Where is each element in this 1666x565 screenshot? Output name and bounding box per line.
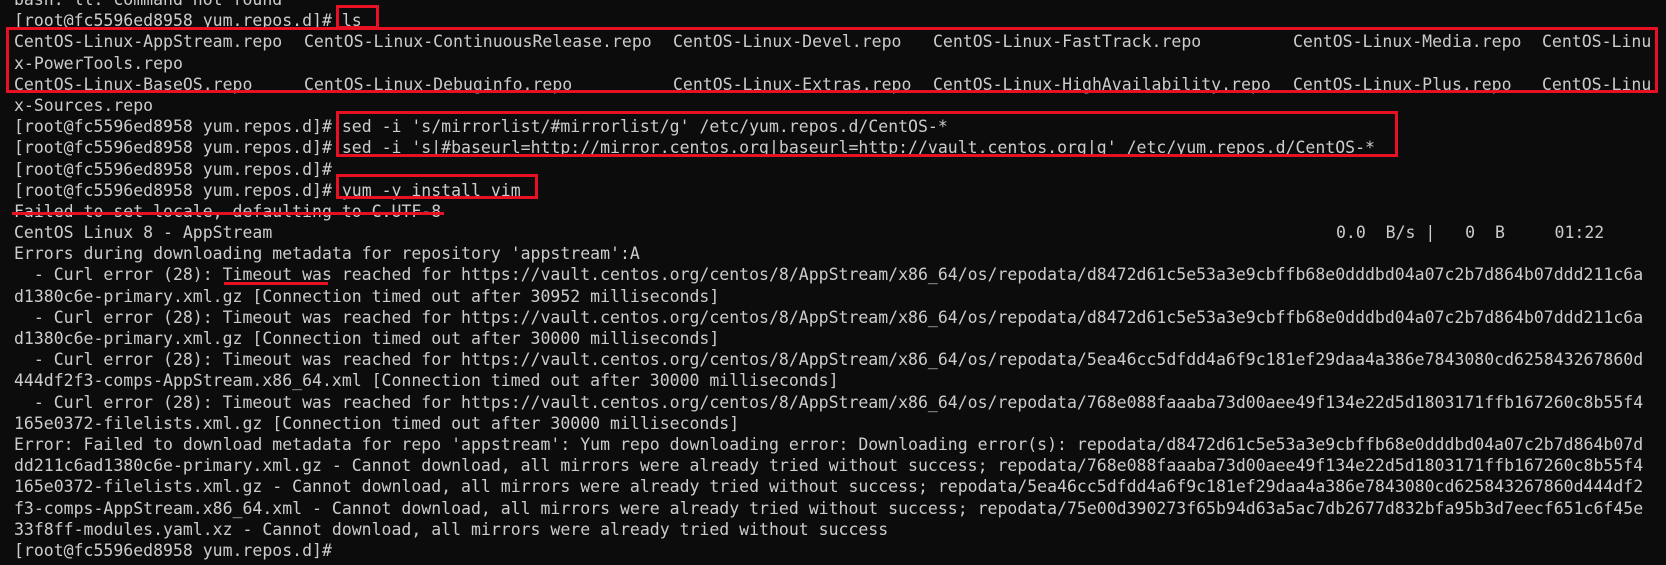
- terminal-line: x-Sources.repo: [14, 95, 154, 115]
- shell-prompt: [root@fc5596ed8958 yum.repos.d]#: [14, 117, 342, 137]
- repo-title: CentOS Linux 8 - AppStream: [14, 223, 273, 243]
- repo-file-name: CentOS-Linux-Plus.repo: [1293, 74, 1512, 94]
- repo-file-name: CentOS-Linu: [1542, 32, 1652, 52]
- terminal-line: 444df2f3-comps-AppStream.x86_64.xml [Con…: [14, 371, 839, 391]
- terminal-line: - Curl error (28): Timeout was reached f…: [14, 307, 1644, 327]
- terminal-line: 165e0372-filelists.xml.gz - Cannot downl…: [14, 477, 1644, 497]
- shell-command: sed -i 's/mirrorlist/#mirrorlist/g' /etc…: [341, 117, 948, 137]
- file-list-row: CentOS-Linux-BaseOS.repo CentOS-Linux-Deb…: [14, 74, 1654, 95]
- repo-file-name: CentOS-Linu: [1542, 74, 1652, 94]
- terminal-line: 165e0372-filelists.xml.gz [Connection ti…: [14, 413, 740, 433]
- shell-prompt: [root@fc5596ed8958 yum.repos.d]#: [14, 11, 342, 31]
- shell-prompt: [root@fc5596ed8958 yum.repos.d]#: [14, 138, 342, 158]
- terminal-line: - Curl error (28): Timeout was reached f…: [14, 350, 1644, 370]
- terminal-line: Failed to set locale, defaulting to C.UT…: [14, 201, 442, 221]
- terminal-line: d1380c6e-primary.xml.gz [Connection time…: [14, 286, 720, 306]
- terminal-line: f3-comps-AppStream.x86_64.xml - Cannot d…: [14, 498, 1644, 518]
- terminal-line: - Curl error (28): Timeout was reached f…: [14, 392, 1644, 412]
- repo-file-name: CentOS-Linux-Extras.repo: [673, 74, 912, 94]
- repo-file-name: CentOS-Linux-ContinuousRelease.repo: [304, 32, 652, 52]
- prompt-line: [root@fc5596ed8958 yum.repos.d]# ls: [14, 10, 1654, 31]
- terminal-output: bash: ll: command not found[root@fc5596e…: [14, 0, 1654, 561]
- terminal-window[interactable]: bash: ll: command not found[root@fc5596e…: [0, 0, 1666, 565]
- terminal-line: bash: ll: command not found: [14, 0, 1654, 10]
- shell-command: sed -i 's|#baseurl=http://mirror.centos.…: [341, 138, 1375, 158]
- repo-file-name: CentOS-Linux-Debuginfo.repo: [304, 74, 573, 94]
- prompt-line: [root@fc5596ed8958 yum.repos.d]#: [14, 159, 1654, 180]
- shell-command: yum -y install vim: [341, 180, 521, 200]
- prompt-line: [root@fc5596ed8958 yum.repos.d]#: [14, 540, 1654, 561]
- download-progress-line: CentOS Linux 8 - AppStream 0.0 B/s | 0 B …: [14, 222, 1654, 243]
- shell-prompt: [root@fc5596ed8958 yum.repos.d]#: [14, 180, 342, 200]
- terminal-line: 33f8ff-modules.yaml.xz - Cannot download…: [14, 519, 889, 539]
- terminal-line: x-PowerTools.repo: [14, 53, 183, 73]
- shell-command: ls: [341, 11, 362, 31]
- prompt-line: [root@fc5596ed8958 yum.repos.d]# sed -i …: [14, 137, 1654, 158]
- repo-file-name: CentOS-Linux-BaseOS.repo: [14, 74, 253, 94]
- prompt-line: [root@fc5596ed8958 yum.repos.d]# yum -y …: [14, 180, 1654, 201]
- repo-file-name: CentOS-Linux-Devel.repo: [673, 32, 902, 52]
- terminal-line: Error: Failed to download metadata for r…: [14, 434, 1644, 454]
- repo-file-name: CentOS-Linux-AppStream.repo: [14, 32, 283, 52]
- download-stats: 0.0 B/s | 0 B 01:22: [1336, 223, 1605, 243]
- terminal-line: dd211c6ad1380c6e-primary.xml.gz - Cannot…: [14, 456, 1644, 476]
- shell-prompt: [root@fc5596ed8958 yum.repos.d]#: [14, 159, 332, 179]
- repo-file-name: CentOS-Linux-Media.repo: [1293, 32, 1522, 52]
- shell-prompt: [root@fc5596ed8958 yum.repos.d]#: [14, 540, 332, 560]
- terminal-line: - Curl error (28): Timeout was reached f…: [14, 265, 1644, 285]
- file-list-row: CentOS-Linux-AppStream.repo CentOS-Linux-…: [14, 31, 1654, 52]
- repo-file-name: CentOS-Linux-HighAvailability.repo: [933, 74, 1271, 94]
- terminal-line: Errors during downloading metadata for r…: [14, 244, 640, 264]
- repo-file-name: CentOS-Linux-FastTrack.repo: [933, 32, 1202, 52]
- terminal-line: d1380c6e-primary.xml.gz [Connection time…: [14, 329, 720, 348]
- prompt-line: [root@fc5596ed8958 yum.repos.d]# sed -i …: [14, 116, 1654, 137]
